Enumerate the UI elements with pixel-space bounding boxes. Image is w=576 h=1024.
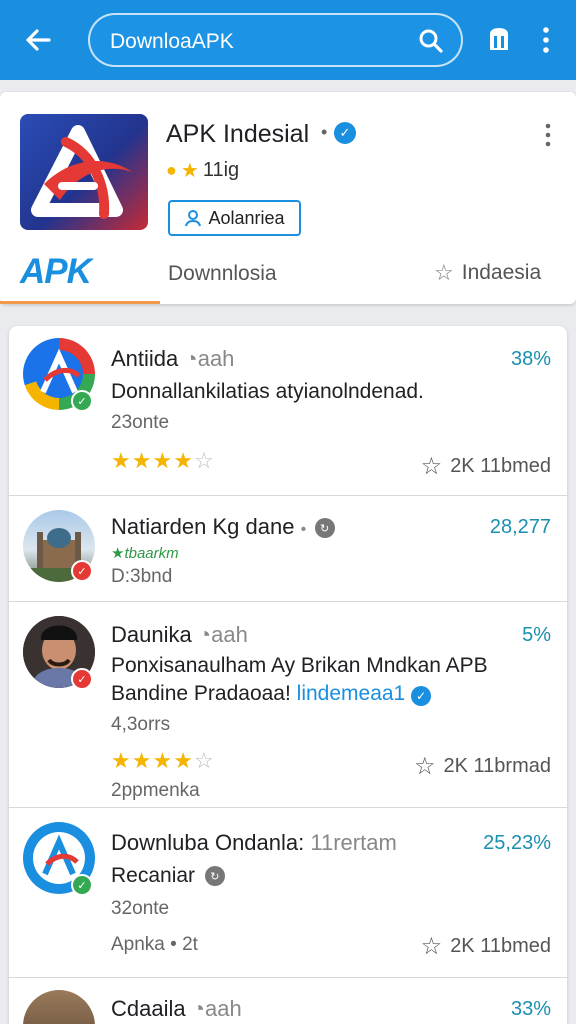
download-count[interactable]: ☆ 2K 11bmed [421,932,551,961]
app-list: ✓ Antiida ◔aah 38% Donnallankilatias aty… [9,326,567,1024]
user-icon [185,210,202,227]
alert-badge-icon: ✓ [71,560,93,582]
separator-dot: • [321,122,328,142]
star-icon: ★ [180,160,199,182]
app-percent: 25,23% [483,832,551,854]
region-link[interactable]: lindemeaa1 [297,682,406,705]
app-percent: 28,277 [489,516,551,538]
chat-icon: ● [166,160,177,180]
list-item[interactable]: ✓ Daunika ◔aah 5% Ponxisanaulham Ay Brik… [9,602,567,808]
star-outline-icon: ☆ [193,748,214,773]
search-query[interactable]: DownloaAPK [110,30,234,54]
list-item[interactable]: ✓ Natiarden Kg dane • ↻ 28,277 ★tbaarkm … [9,496,567,602]
star-outline-icon: ☆ [193,448,214,473]
star-icon: ★ [173,748,193,773]
app-footer: 2ppmenka [111,780,200,801]
app-title: APK Indesial [166,120,310,148]
app-icon [23,990,95,1024]
app-meta: 23onte [111,412,170,433]
verified-badge-icon: ✓ [71,874,93,896]
info-icon: ↻ [314,518,335,539]
list-item[interactable]: ✓ Downluba Ondanla: 11rertam 25,23% Reca… [9,808,567,978]
featured-app-card[interactable]: APK Indesial • ✓ ● ★ 11ig Aolanriea APK … [0,92,576,304]
app-meta: 4,3orrs [111,714,171,735]
store-icon[interactable] [484,24,514,54]
top-app-bar: DownloaAPK [0,0,576,80]
star-icon: ★ [111,748,131,773]
star-outline-icon: ☆ [420,933,443,960]
search-icon[interactable] [417,27,445,55]
app-description-2: Bandine Pradaoaa! lindemeaa1 ✓ [111,682,432,706]
rating-stars: ★ ★ ★ ★ ☆ [111,748,214,774]
star-icon: ★ [131,748,152,773]
more-vert-icon[interactable] [540,120,556,150]
star-outline-icon: ☆ [434,260,454,285]
list-item[interactable]: Cdaaila ◔aah 33% [9,978,567,1024]
back-arrow-icon[interactable] [20,22,56,58]
app-description: Donnallankilatias atyianolndenad. [111,380,424,403]
app-tagline: ★tbaarkm [111,545,179,562]
more-vert-icon[interactable] [536,24,556,56]
app-name: Antiida ◔aah [111,346,235,371]
verified-badge-icon: ✓ [71,390,93,412]
alert-badge-icon: ✓ [71,668,93,690]
app-footer: Apnka • 2t [111,934,198,955]
rating-row: ● ★ 11ig [166,158,239,183]
app-percent: 33% [510,998,551,1020]
star-icon: ★ [173,448,193,473]
app-description: Recaniar ↻ [111,864,225,888]
app-percent: 38% [510,348,551,370]
app-percent: 5% [522,624,551,646]
info-icon: ↻ [204,866,225,887]
brand-logo-text: APK [20,252,92,291]
app-meta: 32onte [111,898,170,919]
app-name: Natiarden Kg dane • ↻ [111,514,335,540]
star-outline-icon: ☆ [420,453,443,480]
rating-value: 11ig [202,159,240,181]
star-icon: ★ [131,448,152,473]
app-logo [20,114,148,230]
developer-text: Downnlosia [168,262,277,285]
download-count[interactable]: ☆ 2K 11brmad [414,752,551,781]
star-icon: ★ [152,748,173,773]
app-description: Ponxisanaulham Ay Brikan Mndkan APB [111,654,488,677]
download-count[interactable]: ☆ 2K 11bmed [421,452,551,481]
search-field[interactable]: DownloaAPK [88,13,463,67]
verified-icon: ✓ [334,122,356,144]
list-item[interactable]: ✓ Antiida ◔aah 38% Donnallankilatias aty… [9,326,567,496]
star-outline-icon: ☆ [414,753,436,780]
app-name: Downluba Ondanla: 11rertam [111,830,397,855]
app-name: Cdaaila ◔aah [111,996,242,1021]
region-label[interactable]: ☆ Indaesia [434,260,541,286]
verified-icon: ✓ [411,686,432,706]
tab-indicator [0,301,160,304]
install-button[interactable]: Aolanriea [168,200,301,236]
star-icon: ★ [152,448,173,473]
app-name: Daunika ◔aah [111,622,248,647]
star-icon: ★ [111,448,131,473]
app-meta: D:3bnd [111,566,173,587]
install-label: Aolanriea [208,207,285,228]
rating-stars: ★ ★ ★ ★ ☆ [111,448,214,474]
